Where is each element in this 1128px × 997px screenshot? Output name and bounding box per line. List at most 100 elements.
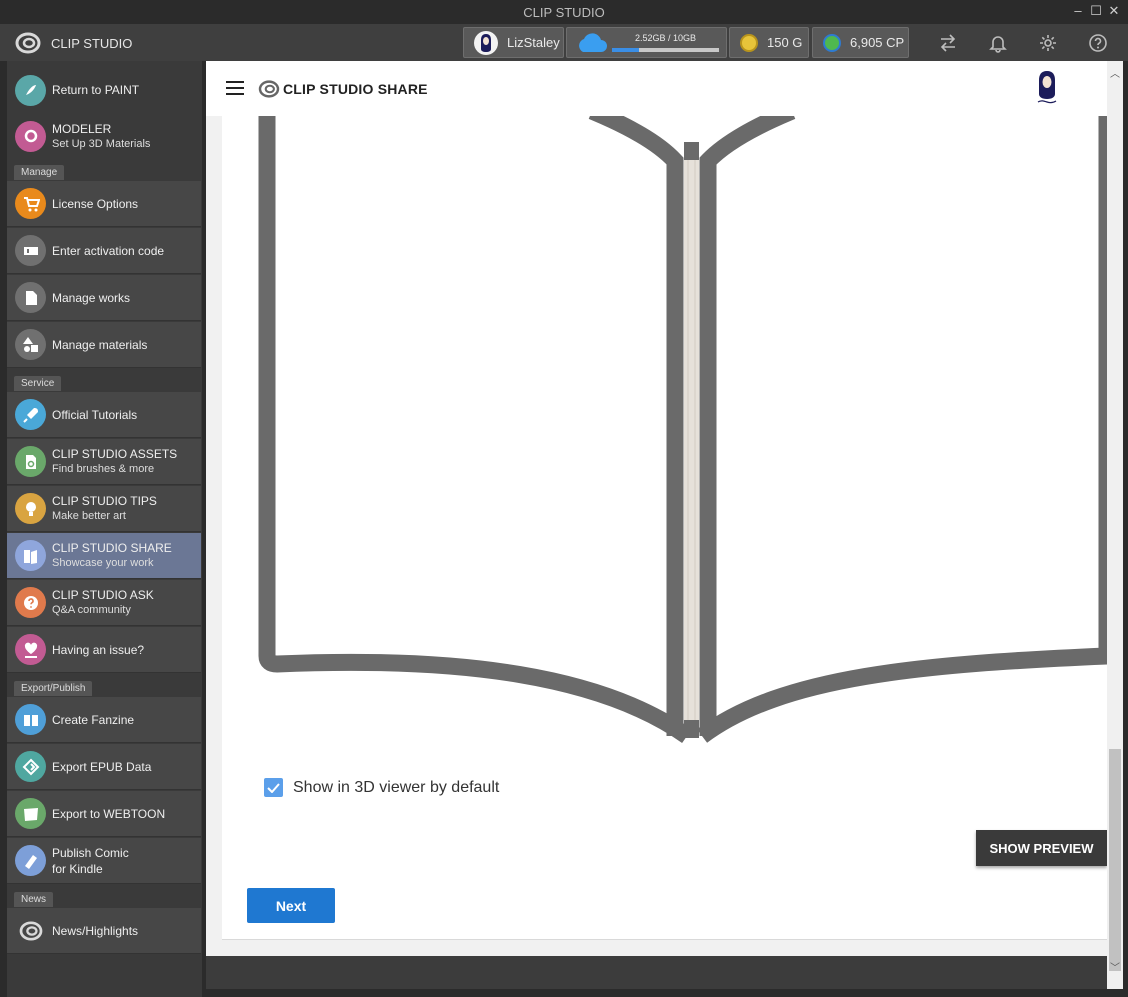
sidebar-item-having-an-issue[interactable]: Having an issue? [7, 627, 201, 673]
share-header: CLIP STUDIO SHARE [206, 61, 1107, 116]
show-3d-viewer-option[interactable]: Show in 3D viewer by default [264, 778, 499, 797]
sidebar-item-return-to-paint[interactable]: Return to PAINT [7, 67, 201, 113]
scroll-down-arrow-icon[interactable]: ﹀ [1107, 961, 1123, 977]
share-webview: CLIP STUDIO SHARE Show in 3D viewer by d… [206, 61, 1107, 956]
window-title: CLIP STUDIO [523, 5, 605, 20]
app-toolbar: CLIP STUDIO LizStaley 2.52GB / 10GB 150 … [0, 24, 1128, 61]
sidebar-item-official-tutorials[interactable]: Official Tutorials [7, 392, 201, 438]
sidebar-item-create-fanzine[interactable]: Create Fanzine [7, 697, 201, 743]
share-logo[interactable]: CLIP STUDIO SHARE [258, 80, 428, 98]
show-preview-button[interactable]: SHOW PREVIEW [976, 830, 1107, 866]
user-account-button[interactable]: LizStaley [463, 27, 564, 58]
sidebar-item-publish-comic-kindle[interactable]: Publish Comic for Kindle [7, 838, 201, 884]
question-icon [15, 587, 46, 618]
cloud-icon [579, 32, 607, 52]
storage-progress-bar [612, 48, 719, 52]
minimize-button[interactable]: – [1070, 3, 1086, 18]
section-label-export-publish: Export/Publish [14, 681, 93, 696]
sidebar-item-license-options[interactable]: License Options [7, 181, 201, 227]
section-label-manage: Manage [14, 165, 65, 180]
sidebar-item-sub: Showcase your work [52, 557, 154, 569]
avatar [474, 30, 498, 55]
sidebar-item-label: Enter activation code [52, 243, 165, 258]
sidebar-item-clip-studio-share[interactable]: CLIP STUDIO SHARE Showcase your work [7, 533, 201, 579]
sync-icon[interactable] [938, 33, 958, 53]
sidebar: Return to PAINT MODELER Set Up 3D Materi… [7, 61, 202, 997]
cloud-storage-button[interactable]: 2.52GB / 10GB [566, 27, 727, 58]
sidebar-item-clip-studio-assets[interactable]: CLIP STUDIO ASSETS Find brushes & more [7, 439, 201, 485]
sidebar-item-clip-studio-tips[interactable]: CLIP STUDIO TIPS Make better art [7, 486, 201, 532]
sidebar-item-news-highlights[interactable]: News/Highlights [7, 908, 201, 954]
share-title: CLIP STUDIO SHARE [283, 81, 428, 97]
webtoon-icon [15, 798, 46, 829]
sidebar-item-label: Export to WEBTOON [52, 806, 166, 821]
gold-balance: 150 G [767, 35, 803, 50]
sidebar-item-label: CLIP STUDIO ASSETS [52, 447, 178, 461]
gold-coin-icon [740, 33, 758, 52]
assets-icon [15, 446, 46, 477]
sidebar-item-export-to-webtoon[interactable]: Export to WEBTOON [7, 791, 201, 837]
avatar[interactable] [1032, 68, 1062, 106]
sidebar-item-manage-works[interactable]: Manage works [7, 275, 201, 321]
sidebar-item-label: CLIP STUDIO TIPS [52, 494, 157, 508]
cp-coin-icon [823, 33, 841, 52]
show-3d-viewer-checkbox[interactable] [264, 778, 283, 797]
next-button[interactable]: Next [247, 888, 335, 923]
sidebar-item-label: Manage materials [52, 337, 148, 352]
window-titlebar: CLIP STUDIO – ☐ ✕ [0, 0, 1128, 24]
sidebar-item-sub: Q&A community [52, 604, 131, 616]
gear-icon[interactable] [1038, 33, 1058, 53]
vertical-scrollbar[interactable]: ︿ ﹀ [1107, 61, 1123, 989]
lightbulb-icon [15, 493, 46, 524]
sidebar-item-export-epub-data[interactable]: Export EPUB Data [7, 744, 201, 790]
rocket-icon [15, 399, 46, 430]
sidebar-item-label: CLIP STUDIO ASK [52, 588, 154, 602]
section-label-news: News [14, 892, 54, 907]
shapes-icon [15, 329, 46, 360]
bell-icon[interactable] [988, 33, 1008, 53]
kindle-icon [15, 845, 46, 876]
content-footer-strip [206, 956, 1107, 989]
sidebar-item-modeler[interactable]: MODELER Set Up 3D Materials [7, 113, 201, 159]
storage-usage-text: 2.52GB / 10GB [634, 33, 697, 43]
username: LizStaley [507, 35, 560, 50]
checkmark-icon [267, 782, 280, 793]
modeler-icon [15, 120, 46, 152]
clipstudio-brand[interactable]: CLIP STUDIO [15, 32, 132, 54]
heart-hand-icon [15, 634, 46, 665]
upload-card: Show in 3D viewer by default SHOW PREVIE… [222, 116, 1107, 940]
paint-icon [15, 74, 46, 106]
cp-balance-button[interactable]: 6,905 CP [812, 27, 909, 58]
sidebar-item-label: Manage works [52, 290, 131, 305]
help-icon[interactable] [1088, 33, 1108, 53]
sidebar-item-label: Export EPUB Data [52, 759, 152, 774]
close-button[interactable]: ✕ [1106, 3, 1122, 19]
sidebar-item-label: CLIP STUDIO SHARE [52, 541, 172, 555]
sidebar-item-manage-materials[interactable]: Manage materials [7, 322, 201, 368]
sidebar-item-label: Return to PAINT [52, 83, 140, 97]
sidebar-item-label: Official Tutorials [52, 407, 138, 422]
scrollbar-thumb[interactable] [1109, 749, 1121, 971]
share-icon [15, 540, 46, 571]
sidebar-item-label: MODELER [52, 121, 112, 136]
sidebar-item-clip-studio-ask[interactable]: CLIP STUDIO ASK Q&A community [7, 580, 201, 626]
show-3d-viewer-label: Show in 3D viewer by default [293, 778, 500, 796]
epub-icon [15, 751, 46, 782]
document-icon [15, 282, 46, 313]
cart-icon [15, 188, 46, 219]
maximize-button[interactable]: ☐ [1088, 3, 1104, 19]
section-label-service: Service [14, 376, 62, 391]
sidebar-item-sub: Make better art [52, 510, 126, 522]
fanzine-icon [15, 704, 46, 735]
sidebar-item-sub: Set Up 3D Materials [52, 137, 151, 150]
clipstudio-logo-icon [258, 80, 280, 98]
gold-balance-button[interactable]: 150 G [729, 27, 809, 58]
sidebar-item-label: Create Fanzine [52, 712, 135, 727]
hamburger-menu-icon[interactable] [226, 81, 244, 95]
sidebar-item-enter-activation-code[interactable]: Enter activation code [7, 228, 201, 274]
brand-label: CLIP STUDIO [51, 35, 133, 51]
scroll-up-arrow-icon[interactable]: ︿ [1107, 67, 1123, 83]
clipstudio-logo-icon [15, 32, 41, 54]
sidebar-item-label: Having an issue? [52, 642, 145, 657]
sidebar-item-sub: Find brushes & more [52, 463, 155, 475]
